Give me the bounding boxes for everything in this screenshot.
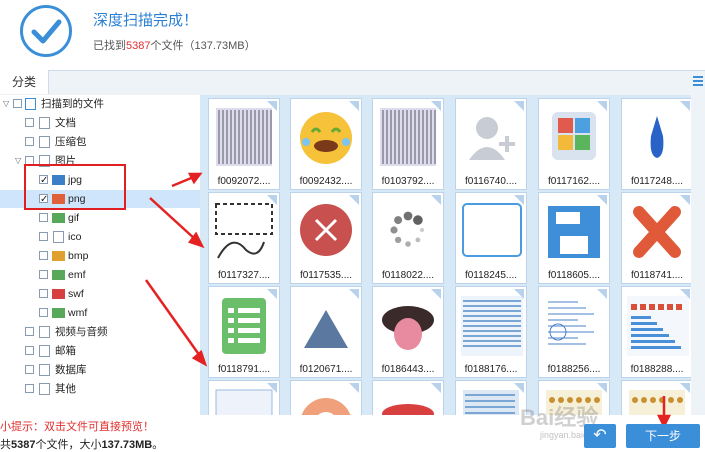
next-button[interactable]: 下一步 (626, 424, 700, 448)
total-count: 5387 (11, 439, 36, 451)
total-size: 137.73MB (101, 439, 153, 451)
hint-text: 小提示：双击文件可直接预览！ (0, 421, 154, 433)
arrow-head (187, 172, 203, 185)
total-mid: 个文件，大小 (35, 439, 102, 451)
total-prefix: 共 (0, 439, 11, 451)
annotation-arrows (144, 172, 672, 429)
arrow-line (144, 279, 202, 357)
back-icon: ↶ (593, 427, 607, 444)
total-end: 。 (152, 439, 164, 451)
back-button[interactable]: ↶ (584, 424, 616, 448)
arrow-head (191, 349, 208, 367)
arrow-line (149, 197, 197, 241)
